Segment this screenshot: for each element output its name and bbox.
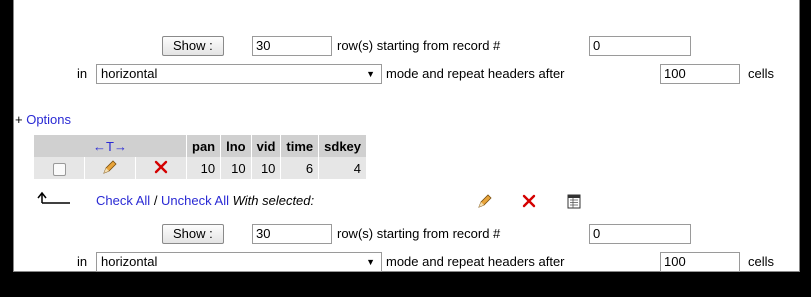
show-button-bottom[interactable]: Show : bbox=[162, 224, 224, 244]
display-mode-value-bottom: horizontal bbox=[101, 254, 158, 269]
cell-lno[interactable]: 10 bbox=[220, 157, 252, 179]
cell-sdkey[interactable]: 4 bbox=[318, 157, 368, 179]
column-header-pan[interactable]: pan bbox=[186, 135, 222, 157]
options-link[interactable]: Options bbox=[26, 112, 71, 127]
edit-cell[interactable] bbox=[84, 157, 136, 179]
table-row: 10 10 10 6 4 bbox=[34, 157, 368, 179]
in-label-top: in bbox=[77, 66, 88, 81]
bulk-delete-x-icon[interactable] bbox=[522, 194, 536, 208]
repeat-headers-input-bottom[interactable]: 100 bbox=[660, 252, 740, 272]
dropdown-arrow-icon: ▼ bbox=[366, 69, 375, 79]
export-table-icon[interactable] bbox=[567, 193, 581, 209]
column-sort-arrows[interactable]: ←T→ bbox=[34, 135, 187, 157]
repeat-label-bottom: mode and repeat headers after bbox=[386, 254, 565, 269]
cell-pan[interactable]: 10 bbox=[186, 157, 222, 179]
options-toggle[interactable]: + Options bbox=[15, 112, 71, 127]
column-header-time[interactable]: time bbox=[280, 135, 320, 157]
rows-label-top: row(s) starting from record # bbox=[337, 38, 501, 53]
column-header-sdkey[interactable]: sdkey bbox=[318, 135, 368, 157]
table-header-row: ←T→ pan lno vid time sdkey bbox=[34, 135, 368, 157]
repeat-label-top: mode and repeat headers after bbox=[386, 66, 565, 81]
row-checkbox[interactable] bbox=[52, 162, 66, 176]
bulk-select-links: Check All / Uncheck All With selected: bbox=[96, 193, 314, 208]
results-table: ←T→ pan lno vid time sdkey 10 10 10 6 4 bbox=[34, 135, 368, 179]
start-record-input-top[interactable]: 0 bbox=[589, 36, 691, 56]
cells-label-bottom: cells bbox=[748, 254, 775, 269]
uncheck-all-link[interactable]: Uncheck All bbox=[161, 193, 229, 208]
arrow-up-left-icon bbox=[37, 191, 70, 204]
check-separator: / bbox=[150, 193, 162, 208]
rows-label-bottom: row(s) starting from record # bbox=[337, 226, 501, 241]
display-mode-select-top[interactable]: horizontal ▼ bbox=[96, 64, 382, 84]
delete-x-icon[interactable] bbox=[154, 160, 168, 174]
bulk-edit-pencil-icon[interactable] bbox=[477, 193, 493, 209]
rows-count-input-top[interactable]: 30 bbox=[252, 36, 332, 56]
show-button-top[interactable]: Show : bbox=[162, 36, 224, 56]
display-mode-value-top: horizontal bbox=[101, 66, 158, 81]
column-header-lno[interactable]: lno bbox=[220, 135, 252, 157]
row-checkbox-cell[interactable] bbox=[34, 157, 85, 179]
cells-label-top: cells bbox=[748, 66, 775, 81]
column-header-vid[interactable]: vid bbox=[251, 135, 282, 157]
plus-icon: + bbox=[15, 112, 23, 127]
in-label-bottom: in bbox=[77, 254, 88, 269]
display-mode-select-bottom[interactable]: horizontal ▼ bbox=[96, 252, 382, 272]
dropdown-arrow-icon: ▼ bbox=[366, 257, 375, 267]
repeat-headers-input-top[interactable]: 100 bbox=[660, 64, 740, 84]
cell-time[interactable]: 6 bbox=[280, 157, 320, 179]
with-selected-label: With selected: bbox=[232, 193, 315, 208]
rows-count-input-bottom[interactable]: 30 bbox=[252, 224, 332, 244]
pencil-icon[interactable] bbox=[102, 159, 118, 175]
start-record-input-bottom[interactable]: 0 bbox=[589, 224, 691, 244]
check-all-link[interactable]: Check All bbox=[96, 193, 150, 208]
cell-vid[interactable]: 10 bbox=[251, 157, 282, 179]
results-panel: Show : 30 row(s) starting from record # … bbox=[13, 0, 800, 272]
delete-cell[interactable] bbox=[135, 157, 187, 179]
